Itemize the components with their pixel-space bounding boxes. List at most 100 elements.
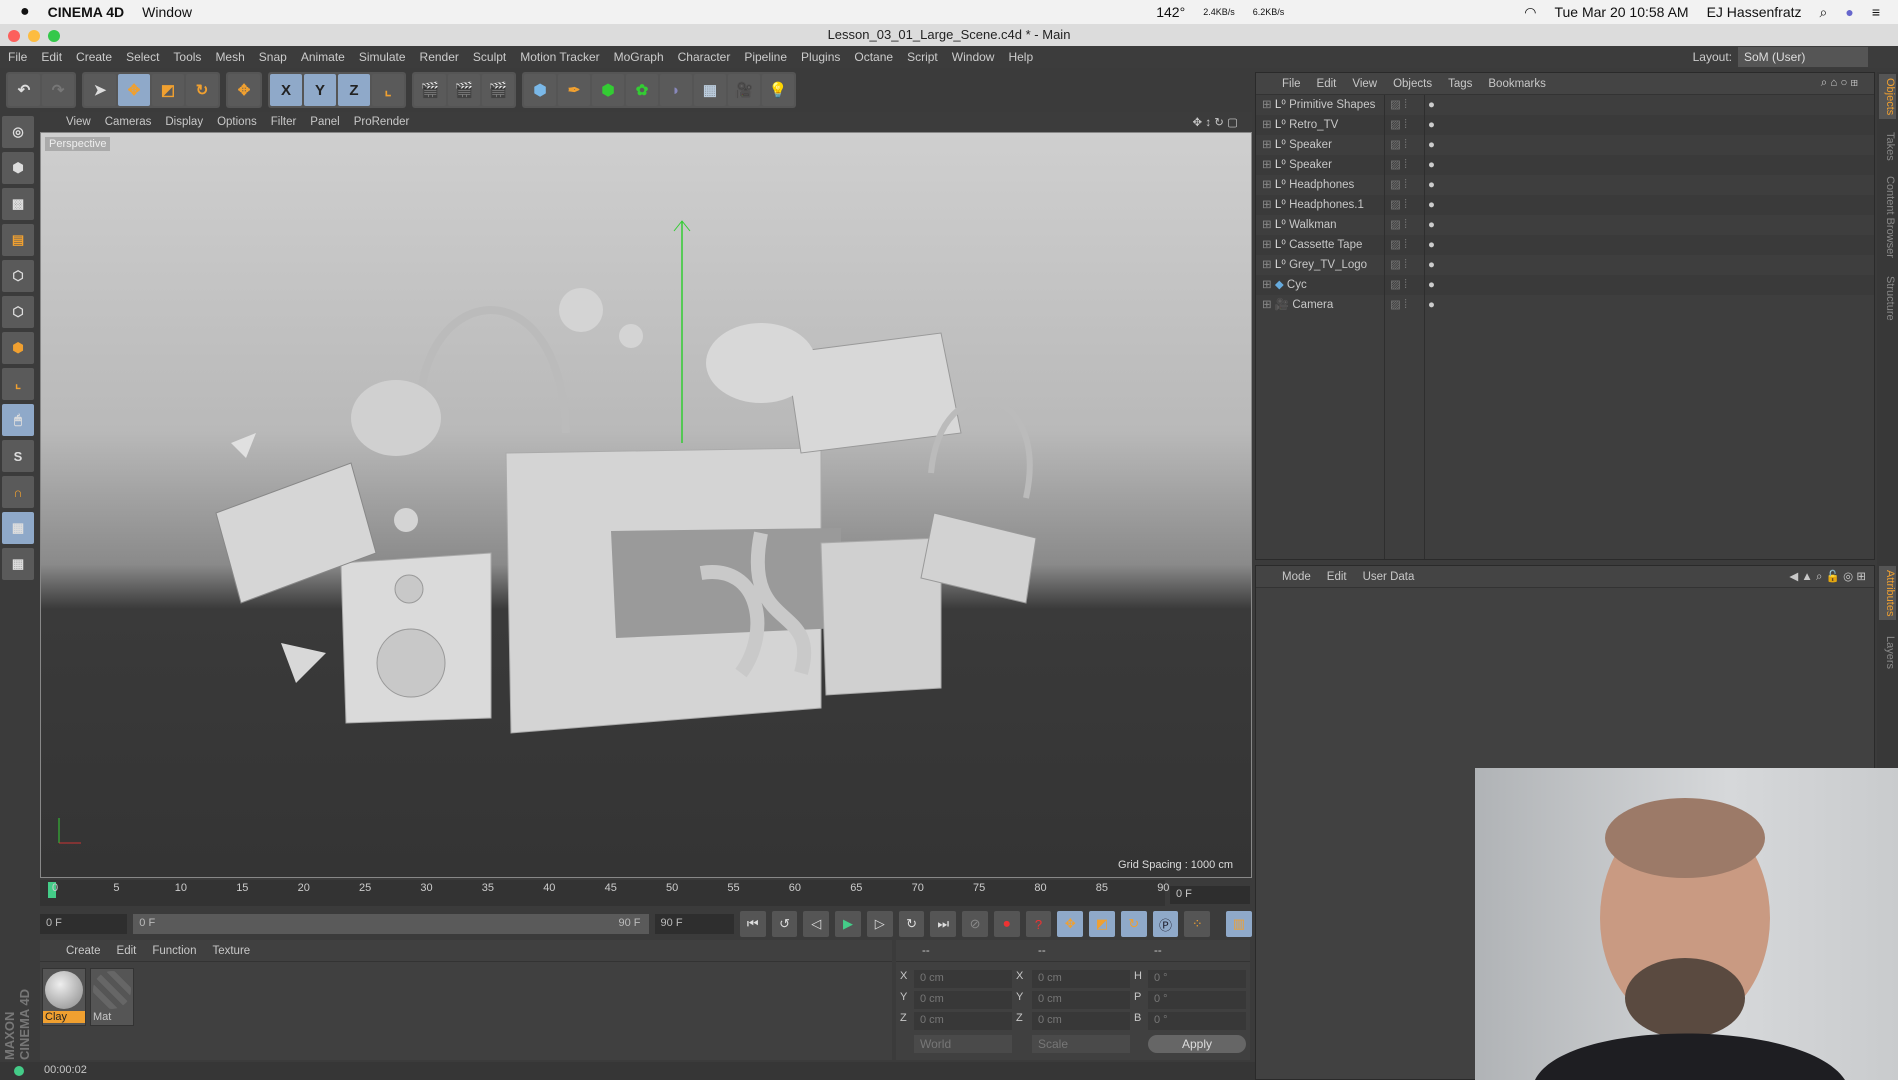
menu-snap[interactable]: Snap xyxy=(259,50,287,64)
wifi-icon[interactable]: ◠ xyxy=(1524,4,1536,21)
next-frame-icon[interactable]: ▷ xyxy=(866,911,893,937)
visibility-dots[interactable]: ▨ ⁞ xyxy=(1390,135,1407,155)
visibility-dots[interactable]: ▨ ⁞ xyxy=(1390,195,1407,215)
expand-icon[interactable]: ⊞ xyxy=(1262,279,1272,291)
deformer-icon[interactable]: ◗ xyxy=(660,74,692,106)
key-scale-icon[interactable]: ◩ xyxy=(1089,911,1115,937)
rot-b-field[interactable]: 0 ° xyxy=(1148,1012,1246,1030)
scale-z-field[interactable]: 0 cm xyxy=(1032,1012,1130,1030)
expand-icon[interactable]: ⊞ xyxy=(1262,99,1272,111)
tab-structure[interactable]: Structure xyxy=(1879,272,1896,325)
light-icon[interactable]: 💡 xyxy=(762,74,794,106)
window-menu[interactable]: Window xyxy=(142,4,192,20)
menu-create[interactable]: Create xyxy=(76,50,112,64)
visibility-dots[interactable]: ▨ ⁞ xyxy=(1390,235,1407,255)
record-keys-icon[interactable]: ⊘ xyxy=(962,911,988,937)
rot-h-field[interactable]: 0 ° xyxy=(1148,970,1246,988)
render-view-icon[interactable]: 🎬 xyxy=(414,74,446,106)
material-tag-icon[interactable]: ● xyxy=(1428,235,1435,255)
lock-workplane-icon[interactable]: ▦ xyxy=(2,512,34,544)
cloner-icon[interactable]: ✿ xyxy=(626,74,658,106)
object-row[interactable]: ⊞ L⁰ Speaker ▨ ⁞ ● xyxy=(1256,155,1874,175)
material-tag-icon[interactable]: ● xyxy=(1428,115,1435,135)
size-mode-select[interactable]: Scale xyxy=(1032,1035,1130,1053)
close-button[interactable] xyxy=(8,30,20,42)
previous-key-icon[interactable]: ↺ xyxy=(771,911,798,937)
user-name[interactable]: EJ Hassenfratz xyxy=(1707,4,1802,20)
visibility-dots[interactable]: ▨ ⁞ xyxy=(1390,155,1407,175)
expand-icon[interactable]: ⊞ xyxy=(1262,179,1272,191)
object-row[interactable]: ⊞ L⁰ Retro_TV ▨ ⁞ ● xyxy=(1256,115,1874,135)
subdivision-icon[interactable]: ⬢ xyxy=(592,74,624,106)
menu-window[interactable]: Window xyxy=(952,50,995,64)
attr-menu-edit[interactable]: Edit xyxy=(1327,571,1347,583)
mat-menu-texture[interactable]: Texture xyxy=(212,945,250,957)
edges-mode-icon[interactable]: ⬡ xyxy=(2,296,34,328)
object-row[interactable]: ⊞ L⁰ Walkman ▨ ⁞ ● xyxy=(1256,215,1874,235)
visibility-dots[interactable]: ▨ ⁞ xyxy=(1390,255,1407,275)
object-row[interactable]: ⊞ ◆ Cyc ▨ ⁞ ● xyxy=(1256,275,1874,295)
y-axis-button[interactable]: Y xyxy=(304,74,336,106)
object-row[interactable]: ⊞ L⁰ Primitive Shapes ▨ ⁞ ● xyxy=(1256,95,1874,115)
visibility-dots[interactable]: ▨ ⁞ xyxy=(1390,95,1407,115)
z-axis-button[interactable]: Z xyxy=(338,74,370,106)
workplane-icon[interactable]: ▤ xyxy=(2,224,34,256)
coord-mode-select[interactable]: World xyxy=(914,1035,1012,1053)
menu-tools[interactable]: Tools xyxy=(173,50,201,64)
menu-pipeline[interactable]: Pipeline xyxy=(744,50,787,64)
material-tag-icon[interactable]: ● xyxy=(1428,215,1435,235)
scale-y-field[interactable]: 0 cm xyxy=(1032,991,1130,1009)
render-settings-icon[interactable]: 🎬 xyxy=(482,74,514,106)
om-menu-tags[interactable]: Tags xyxy=(1448,78,1472,90)
object-name[interactable]: Headphones xyxy=(1289,179,1354,191)
vp-menu-display[interactable]: Display xyxy=(165,116,203,128)
menu-file[interactable]: File xyxy=(8,50,27,64)
go-to-start-icon[interactable]: ⏮ xyxy=(739,911,766,937)
redo-icon[interactable]: ↷ xyxy=(42,74,74,106)
siri-icon[interactable]: ● xyxy=(1845,4,1853,20)
notifications-icon[interactable]: ≡ xyxy=(1872,4,1880,20)
object-row[interactable]: ⊞ L⁰ Headphones.1 ▨ ⁞ ● xyxy=(1256,195,1874,215)
material-tag-icon[interactable]: ● xyxy=(1428,95,1435,115)
x-axis-button[interactable]: X xyxy=(270,74,302,106)
viewport-3d[interactable]: Perspective Grid Spacing : 1000 cm xyxy=(40,132,1252,878)
rot-p-field[interactable]: 0 ° xyxy=(1148,991,1246,1009)
snap-icon[interactable]: ∩ xyxy=(2,476,34,508)
autokey-icon[interactable]: ⏺ xyxy=(993,911,1020,937)
attr-menu-user-data[interactable]: User Data xyxy=(1363,571,1415,583)
om-menu-file[interactable]: File xyxy=(1282,78,1301,90)
vp-menu-cameras[interactable]: Cameras xyxy=(105,116,152,128)
rotate-tool-icon[interactable]: ↻ xyxy=(186,74,218,106)
points-mode-icon[interactable]: ⬡ xyxy=(2,260,34,292)
visibility-dots[interactable]: ▨ ⁞ xyxy=(1390,175,1407,195)
menu-octane[interactable]: Octane xyxy=(854,50,893,64)
timeline-icon[interactable]: ▥ xyxy=(1226,911,1252,937)
previous-frame-icon[interactable]: ◁ xyxy=(803,911,830,937)
move-tool-icon[interactable]: ✥ xyxy=(118,74,150,106)
cube-icon[interactable]: ⬢ xyxy=(524,74,556,106)
menu-mesh[interactable]: Mesh xyxy=(215,50,244,64)
expand-icon[interactable]: ⊞ xyxy=(1262,299,1272,311)
select-tool-icon[interactable]: ➤ xyxy=(84,74,116,106)
object-name[interactable]: Camera xyxy=(1292,299,1333,311)
key-rotation-icon[interactable]: ↻ xyxy=(1120,911,1147,937)
zoom-button[interactable] xyxy=(48,30,60,42)
object-name[interactable]: Speaker xyxy=(1289,159,1332,171)
tweak-mode-icon[interactable]: 🖱 xyxy=(2,404,34,436)
polygons-mode-icon[interactable]: ⬢ xyxy=(2,332,34,364)
tab-takes[interactable]: Takes xyxy=(1879,128,1896,165)
end-frame-field[interactable]: 90 F xyxy=(654,914,734,934)
menu-help[interactable]: Help xyxy=(1008,50,1033,64)
coordinate-system-icon[interactable]: ⌞ xyxy=(372,74,404,106)
object-name[interactable]: Walkman xyxy=(1289,219,1337,231)
mat-menu-edit[interactable]: Edit xyxy=(117,945,137,957)
next-key-icon[interactable]: ↻ xyxy=(898,911,925,937)
om-menu-objects[interactable]: Objects xyxy=(1393,78,1432,90)
apply-button[interactable]: Apply xyxy=(1148,1035,1246,1053)
tab-layers[interactable]: Layers xyxy=(1879,632,1896,673)
axis-mode-icon[interactable]: ⌞ xyxy=(2,368,34,400)
attr-menu-mode[interactable]: Mode xyxy=(1282,571,1311,583)
layout-select[interactable]: SoM (User) xyxy=(1738,47,1868,67)
menu-mograph[interactable]: MoGraph xyxy=(614,50,664,64)
key-parameter-icon[interactable]: Ⓟ xyxy=(1152,911,1179,937)
